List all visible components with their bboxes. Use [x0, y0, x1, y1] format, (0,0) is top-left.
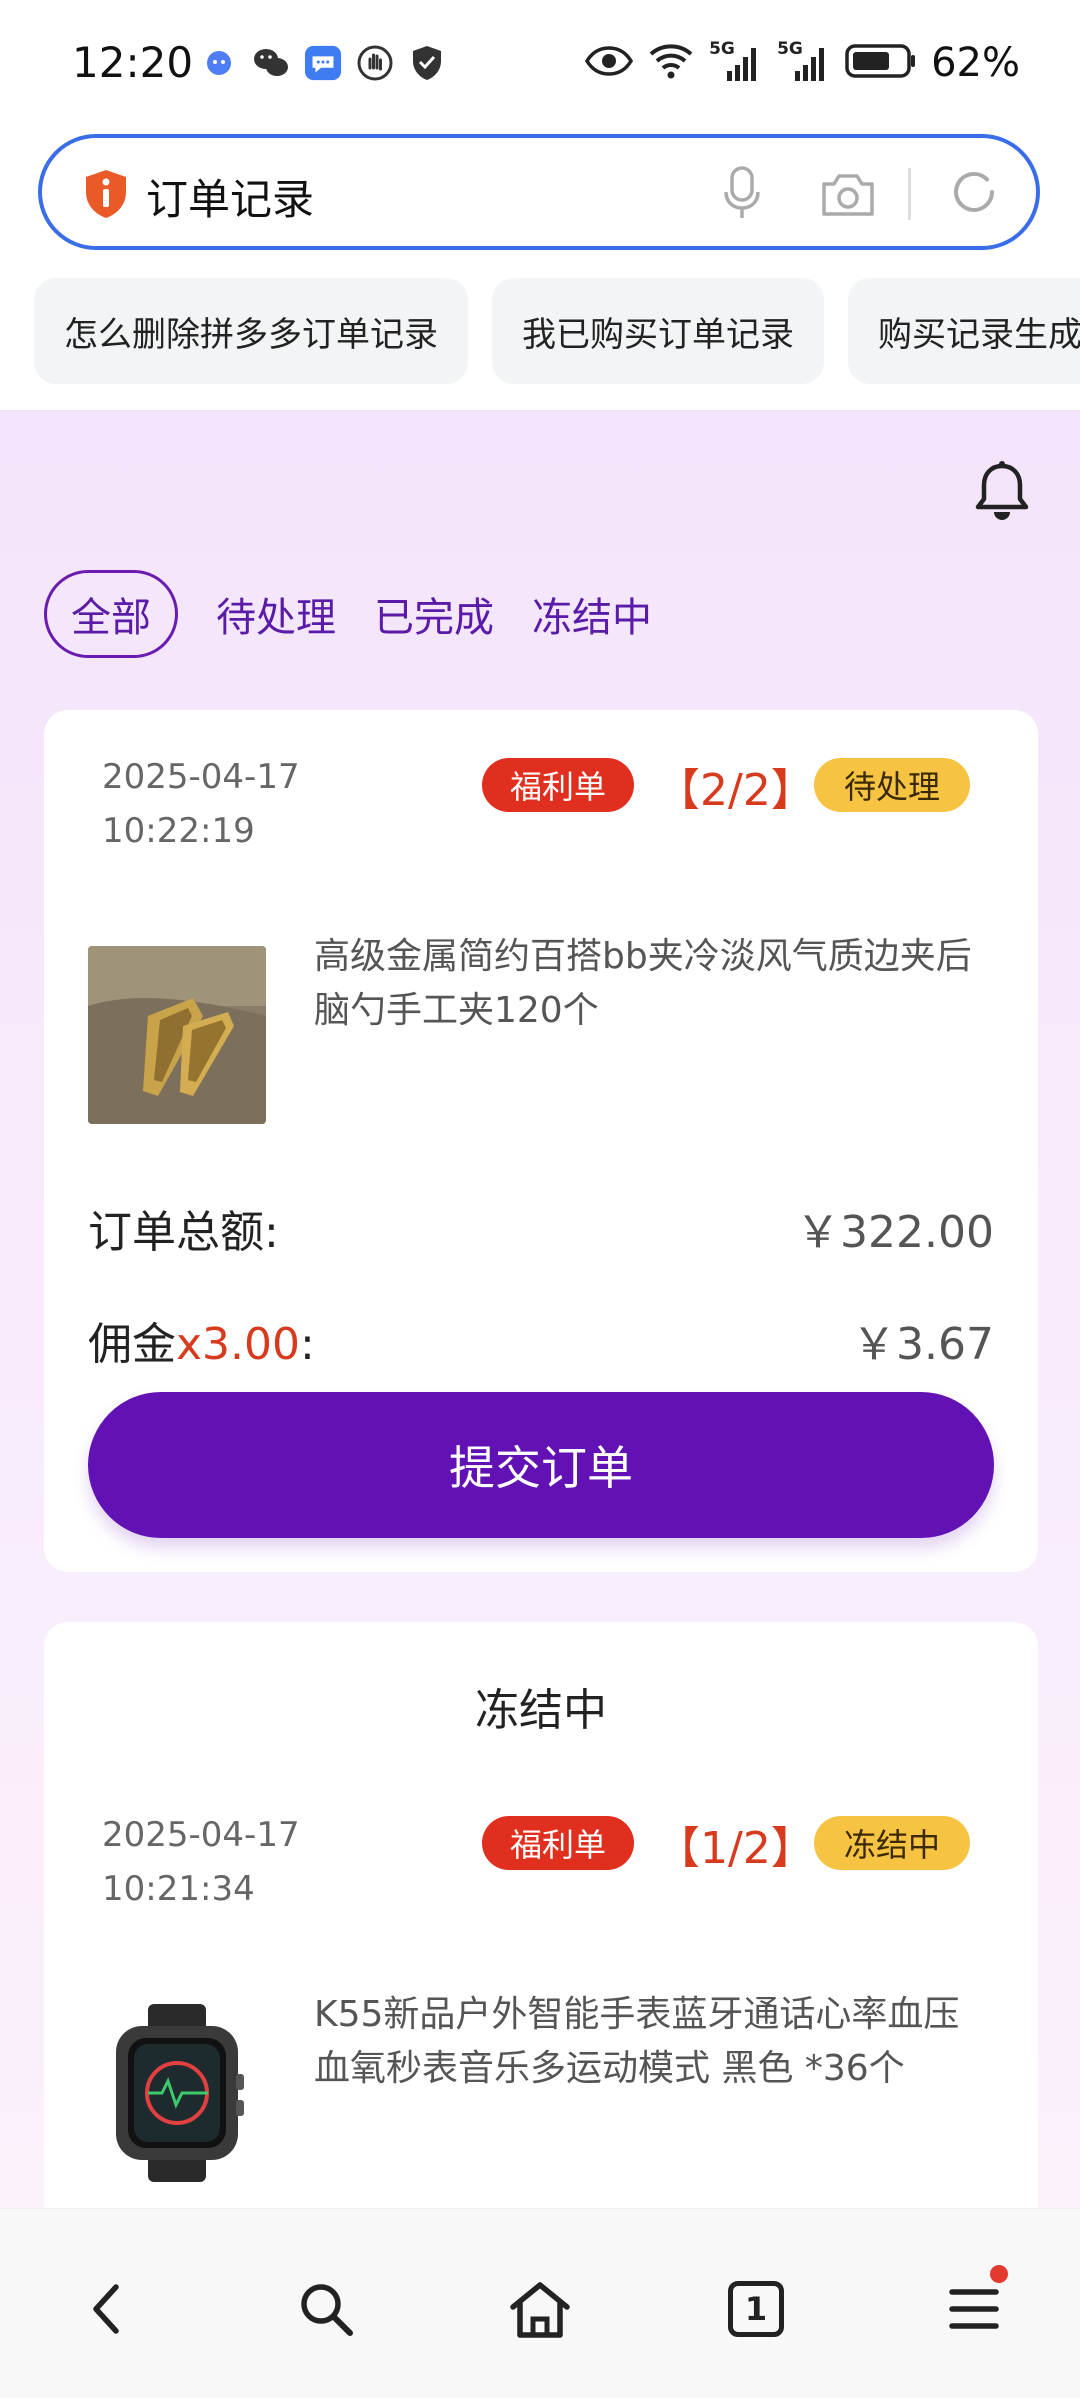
- refresh-icon[interactable]: [948, 166, 1000, 218]
- search-icon[interactable]: [286, 2269, 366, 2349]
- search-input[interactable]: 订单记录: [38, 134, 1040, 250]
- search-suggestions: 怎么删除拼多多订单记录 我已购买订单记录 购买记录生成: [34, 278, 1080, 384]
- commission-colon: :: [300, 1319, 315, 1370]
- back-icon[interactable]: [66, 2269, 146, 2349]
- battery-percent: 62%: [931, 40, 1020, 86]
- network-type-label: 5G: [777, 39, 803, 59]
- tab-frozen[interactable]: 冻结中: [532, 570, 652, 658]
- security-shield-icon: [82, 168, 130, 220]
- order-date-time: 10:21:34: [102, 1869, 255, 1909]
- order-card: 2025-04-17 10:22:19 福利单 【2/2】 待处理 高级金属简约…: [44, 710, 1038, 1572]
- search-header: 订单记录 怎么删除拼多多订单记录 我已购买订单记录 购买记录生成: [0, 130, 1080, 410]
- commission-text: 佣金: [88, 1319, 176, 1370]
- status-badge: 冻结中: [814, 1816, 971, 1870]
- menu-icon[interactable]: [934, 2265, 1014, 2349]
- divider: [908, 168, 911, 220]
- product-title: 高级金属简约百搭bb夹冷淡风气质边夹后脑勺手工夹120个: [314, 936, 972, 1031]
- network-type-label: 5G: [709, 39, 735, 59]
- message-icon: [304, 44, 342, 82]
- suggestion-chip[interactable]: 购买记录生成: [848, 278, 1080, 384]
- camera-icon[interactable]: [820, 170, 876, 218]
- status-bar: 12:20 5G 5G 62%: [0, 0, 1080, 130]
- section-title: 冻结中: [475, 1685, 607, 1736]
- order-date-day: 2025-04-17: [102, 1815, 300, 1855]
- product-image: [88, 2004, 266, 2182]
- order-count: 【2/2】: [656, 765, 815, 816]
- product-image: [88, 946, 266, 1124]
- wifi-icon: [647, 42, 695, 84]
- status-time: 12:20: [72, 38, 194, 87]
- battery-icon: [845, 43, 917, 83]
- order-date: 2025-04-17 10:21:34: [102, 1808, 300, 1916]
- order-total-value: ￥322.00: [796, 1207, 994, 1258]
- bottom-navigation: 1: [0, 2208, 1080, 2398]
- commission-value: ￥3.67: [852, 1319, 994, 1370]
- tab-pending[interactable]: 待处理: [216, 570, 336, 658]
- notification-icons: [200, 44, 446, 82]
- order-date: 2025-04-17 10:22:19: [102, 750, 300, 858]
- home-icon[interactable]: [500, 2269, 580, 2349]
- system-icons: 5G 5G 62%: [585, 39, 1020, 86]
- order-count: 【1/2】: [656, 1823, 815, 1874]
- microphone-icon[interactable]: [722, 166, 762, 222]
- order-type-badge: 福利单: [482, 758, 635, 812]
- status-badge: 待处理: [814, 758, 971, 812]
- tab-all[interactable]: 全部: [44, 570, 178, 658]
- order-date-time: 10:22:19: [102, 811, 255, 851]
- signal-icon: 5G: [777, 39, 831, 83]
- signal-icon: 5G: [709, 39, 763, 83]
- commission-rate: x3.00: [176, 1319, 301, 1370]
- tabs-icon[interactable]: 1: [716, 2269, 796, 2349]
- order-date-day: 2025-04-17: [102, 757, 300, 797]
- submit-order-button[interactable]: 提交订单: [88, 1392, 994, 1538]
- search-query: 订单记录: [146, 175, 315, 224]
- order-type-badge: 福利单: [482, 1816, 635, 1870]
- wechat-icon: [252, 44, 290, 82]
- bell-icon[interactable]: [972, 460, 1032, 524]
- chat-bubble-icon: [200, 44, 238, 82]
- tab-count: 1: [744, 2290, 768, 2328]
- notification-dot: [990, 2265, 1008, 2283]
- commission-label: 佣金x3.00:: [88, 1308, 315, 1372]
- suggestion-chip[interactable]: 怎么删除拼多多订单记录: [34, 278, 468, 384]
- order-total-label: 订单总额:: [88, 1207, 279, 1258]
- product-title: K55新品户外智能手表蓝牙通话心率血压血氧秒表音乐多运动模式 黑色 *36个: [314, 1994, 960, 2089]
- suggestion-chip[interactable]: 我已购买订单记录: [492, 278, 824, 384]
- shield-check-icon: [408, 44, 446, 82]
- tab-completed[interactable]: 已完成: [374, 570, 494, 658]
- eye-icon: [585, 46, 634, 80]
- order-card: 冻结中 2025-04-17 10:21:34 福利单 【1/2】 冻结中 K5…: [44, 1622, 1038, 2262]
- hand-icon: [356, 44, 394, 82]
- order-status-tabs: 全部 待处理 已完成 冻结中: [44, 570, 652, 658]
- order-list-page: 全部 待处理 已完成 冻结中 2025-04-17 10:22:19 福利单 【…: [0, 410, 1080, 2262]
